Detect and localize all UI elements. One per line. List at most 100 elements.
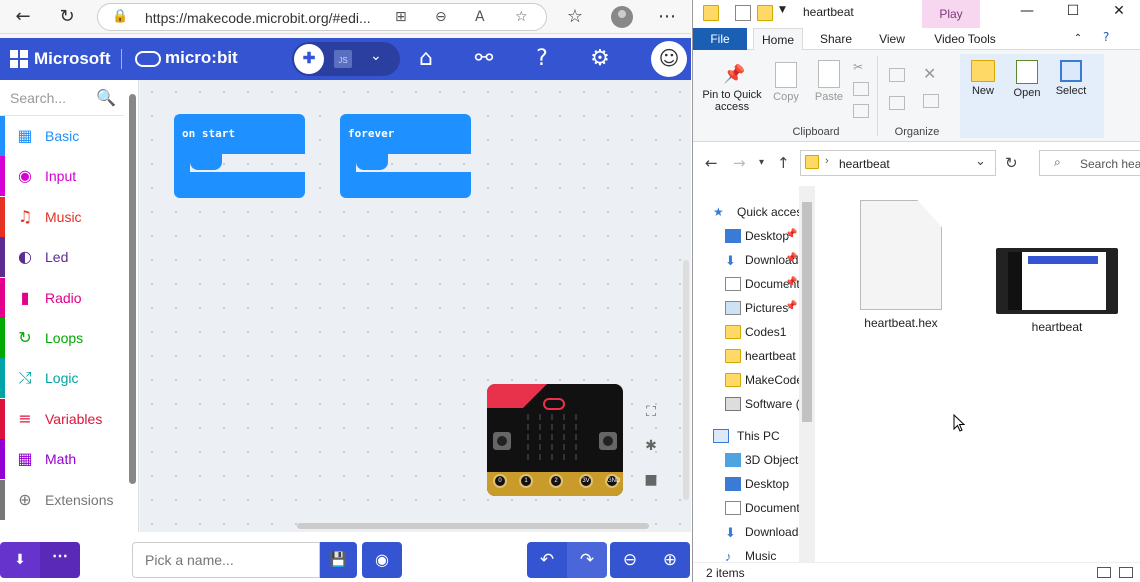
profile-avatar-icon[interactable] bbox=[611, 6, 633, 28]
nav-item-quick-access[interactable]: ★ Quick access bbox=[693, 200, 801, 224]
nav-item-downloads[interactable]: ⬇ Downloads bbox=[693, 520, 801, 544]
forever-block[interactable]: forever bbox=[340, 114, 471, 199]
workspace-horizontal-scrollbar[interactable] bbox=[297, 523, 649, 529]
redo-icon[interactable]: ↷ bbox=[567, 542, 607, 578]
zoom-in-icon[interactable]: ⊕ bbox=[650, 542, 690, 578]
file-item-heartbeat-video[interactable]: heartbeat bbox=[989, 248, 1125, 334]
forward-arrow-icon[interactable]: → bbox=[733, 154, 746, 172]
copy-to-icon[interactable] bbox=[889, 96, 905, 110]
tab-file[interactable]: File bbox=[693, 28, 747, 50]
cut-icon[interactable]: ✂ bbox=[853, 60, 869, 74]
search-input[interactable]: Search... bbox=[10, 90, 66, 106]
back-arrow-icon[interactable]: ← bbox=[705, 154, 718, 172]
nav-item-makecode[interactable]: MakeCode bbox=[693, 368, 801, 392]
toolbox-category-input[interactable]: ◉ Input bbox=[0, 156, 124, 197]
new-button[interactable]: New bbox=[963, 60, 1003, 97]
favorite-star-icon[interactable]: ☆ bbox=[515, 9, 528, 25]
save-icon[interactable]: 💾 bbox=[320, 542, 357, 578]
tab-view[interactable]: View bbox=[867, 28, 917, 50]
fullscreen-icon[interactable]: ⛶ bbox=[642, 404, 660, 422]
nav-item-desktop[interactable]: Desktop bbox=[693, 472, 801, 496]
microbit-simulator[interactable]: 0 1 2 3V GND bbox=[487, 384, 623, 496]
project-name-input[interactable] bbox=[132, 542, 320, 578]
gear-icon[interactable]: ⚙ bbox=[586, 46, 614, 74]
toolbox-scrollbar-thumb[interactable] bbox=[129, 94, 136, 484]
back-arrow-icon[interactable]: ← bbox=[12, 6, 34, 28]
toolbox-category-variables[interactable]: ≡ Variables bbox=[0, 398, 124, 439]
pin-gnd[interactable]: GND bbox=[605, 474, 620, 488]
blocks-mode-icon[interactable]: ✚ bbox=[294, 44, 324, 74]
download-button[interactable]: ⬇ bbox=[0, 542, 40, 578]
nav-item-documents[interactable]: Documents bbox=[693, 496, 801, 520]
button-a[interactable] bbox=[493, 432, 511, 450]
stop-icon[interactable]: ■ bbox=[642, 472, 660, 490]
read-aloud-icon[interactable]: A bbox=[475, 9, 485, 25]
nav-item-this-pc[interactable]: This PC bbox=[693, 424, 801, 448]
chevron-down-icon[interactable]: ▼ bbox=[779, 5, 795, 21]
close-icon[interactable]: ✕ bbox=[1105, 3, 1133, 23]
new-folder-icon[interactable] bbox=[757, 5, 773, 21]
explorer-search-box[interactable]: ⌕ Search heart bbox=[1039, 150, 1140, 176]
copy-path-icon[interactable] bbox=[853, 82, 869, 96]
nav-item-heartbeat[interactable]: heartbeat bbox=[693, 344, 801, 368]
delete-icon[interactable]: ✕ bbox=[923, 64, 939, 83]
explorer-address-bar[interactable]: › heartbeat ⌄ bbox=[800, 150, 996, 176]
toolbox-category-loops[interactable]: ↻ Loops bbox=[0, 318, 124, 358]
github-icon[interactable]: ◉ bbox=[362, 542, 402, 578]
help-icon[interactable]: ? bbox=[1103, 30, 1109, 44]
search-input[interactable]: Search heart bbox=[1080, 157, 1140, 171]
more-options-button[interactable]: ⋯ bbox=[40, 542, 80, 578]
pin-0[interactable]: 0 bbox=[493, 474, 507, 488]
toolbox-category-led[interactable]: ◐ Led bbox=[0, 237, 124, 278]
pin-1[interactable]: 1 bbox=[519, 474, 533, 488]
button-b[interactable] bbox=[599, 432, 617, 450]
chevron-down-icon[interactable]: ⌄ bbox=[370, 48, 382, 64]
paste-shortcut-icon[interactable] bbox=[853, 104, 869, 118]
nav-item-desktop[interactable]: Desktop 📌 bbox=[693, 224, 801, 248]
home-icon[interactable]: ⌂ bbox=[412, 46, 440, 74]
pin-2[interactable]: 2 bbox=[549, 474, 563, 488]
pin-3v[interactable]: 3V bbox=[579, 474, 593, 488]
user-account-icon[interactable]: ☺ bbox=[651, 41, 687, 77]
file-item-heartbeat-hex[interactable]: heartbeat.hex bbox=[853, 200, 949, 330]
open-button[interactable]: Open bbox=[1007, 60, 1047, 99]
rename-icon[interactable] bbox=[923, 94, 939, 108]
paste-button[interactable]: Paste bbox=[811, 60, 847, 103]
on-start-block[interactable]: on start bbox=[174, 114, 305, 199]
nav-item-codes1[interactable]: Codes1 bbox=[693, 320, 801, 344]
properties-icon[interactable] bbox=[735, 5, 751, 21]
javascript-mode-button[interactable]: JS bbox=[334, 50, 352, 68]
share-icon[interactable]: ⚯ bbox=[470, 46, 498, 74]
recent-locations-icon[interactable]: ▾ bbox=[759, 157, 764, 168]
nav-item-downloads[interactable]: ⬇ Downloads 📌 bbox=[693, 248, 801, 272]
pin-to-quick-access-button[interactable]: 📌 Pin to Quick access bbox=[699, 64, 765, 113]
tab-home[interactable]: Home bbox=[753, 28, 803, 50]
zoom-icon[interactable]: ⊖ bbox=[435, 9, 447, 25]
maximize-icon[interactable]: ☐ bbox=[1059, 3, 1087, 23]
move-to-icon[interactable] bbox=[889, 68, 905, 82]
up-arrow-icon[interactable]: ↑ bbox=[777, 154, 790, 172]
undo-icon[interactable]: ↶ bbox=[527, 542, 567, 578]
toolbox-search[interactable]: Search... 🔍 bbox=[0, 80, 124, 116]
toolbox-category-math[interactable]: ▦ Math bbox=[0, 439, 124, 480]
apps-icon[interactable]: ⊞ bbox=[395, 9, 407, 25]
refresh-icon[interactable]: ↻ bbox=[1005, 154, 1018, 172]
toolbox-category-extensions[interactable]: ⊕ Extensions bbox=[0, 479, 124, 520]
select-button[interactable]: Select bbox=[1049, 60, 1093, 97]
search-icon[interactable]: 🔍 bbox=[96, 88, 116, 107]
toolbox-category-logic[interactable]: ⤭ Logic bbox=[0, 358, 124, 399]
breadcrumb-heartbeat[interactable]: heartbeat bbox=[839, 157, 890, 171]
details-view-icon[interactable] bbox=[1097, 567, 1111, 578]
nav-item-software[interactable]: Software ( bbox=[693, 392, 801, 416]
toolbox-category-music[interactable]: ♫ Music bbox=[0, 196, 124, 237]
favorites-icon[interactable]: ☆ bbox=[564, 6, 586, 28]
address-bar[interactable]: 🔒 https://makecode.microbit.org/#edi... … bbox=[97, 3, 547, 31]
refresh-icon[interactable]: ↻ bbox=[56, 6, 78, 28]
copy-button[interactable]: Copy bbox=[769, 62, 803, 103]
chevron-up-icon[interactable]: ⌃ bbox=[1063, 28, 1093, 50]
minimize-icon[interactable]: — bbox=[1013, 3, 1041, 23]
nav-item-3d-objects[interactable]: 3D Objects bbox=[693, 448, 801, 472]
tab-video-tools[interactable]: Video Tools bbox=[927, 28, 1003, 50]
nav-item-pictures[interactable]: Pictures 📌 bbox=[693, 296, 801, 320]
toolbox-category-radio[interactable]: ▮ Radio bbox=[0, 277, 124, 318]
